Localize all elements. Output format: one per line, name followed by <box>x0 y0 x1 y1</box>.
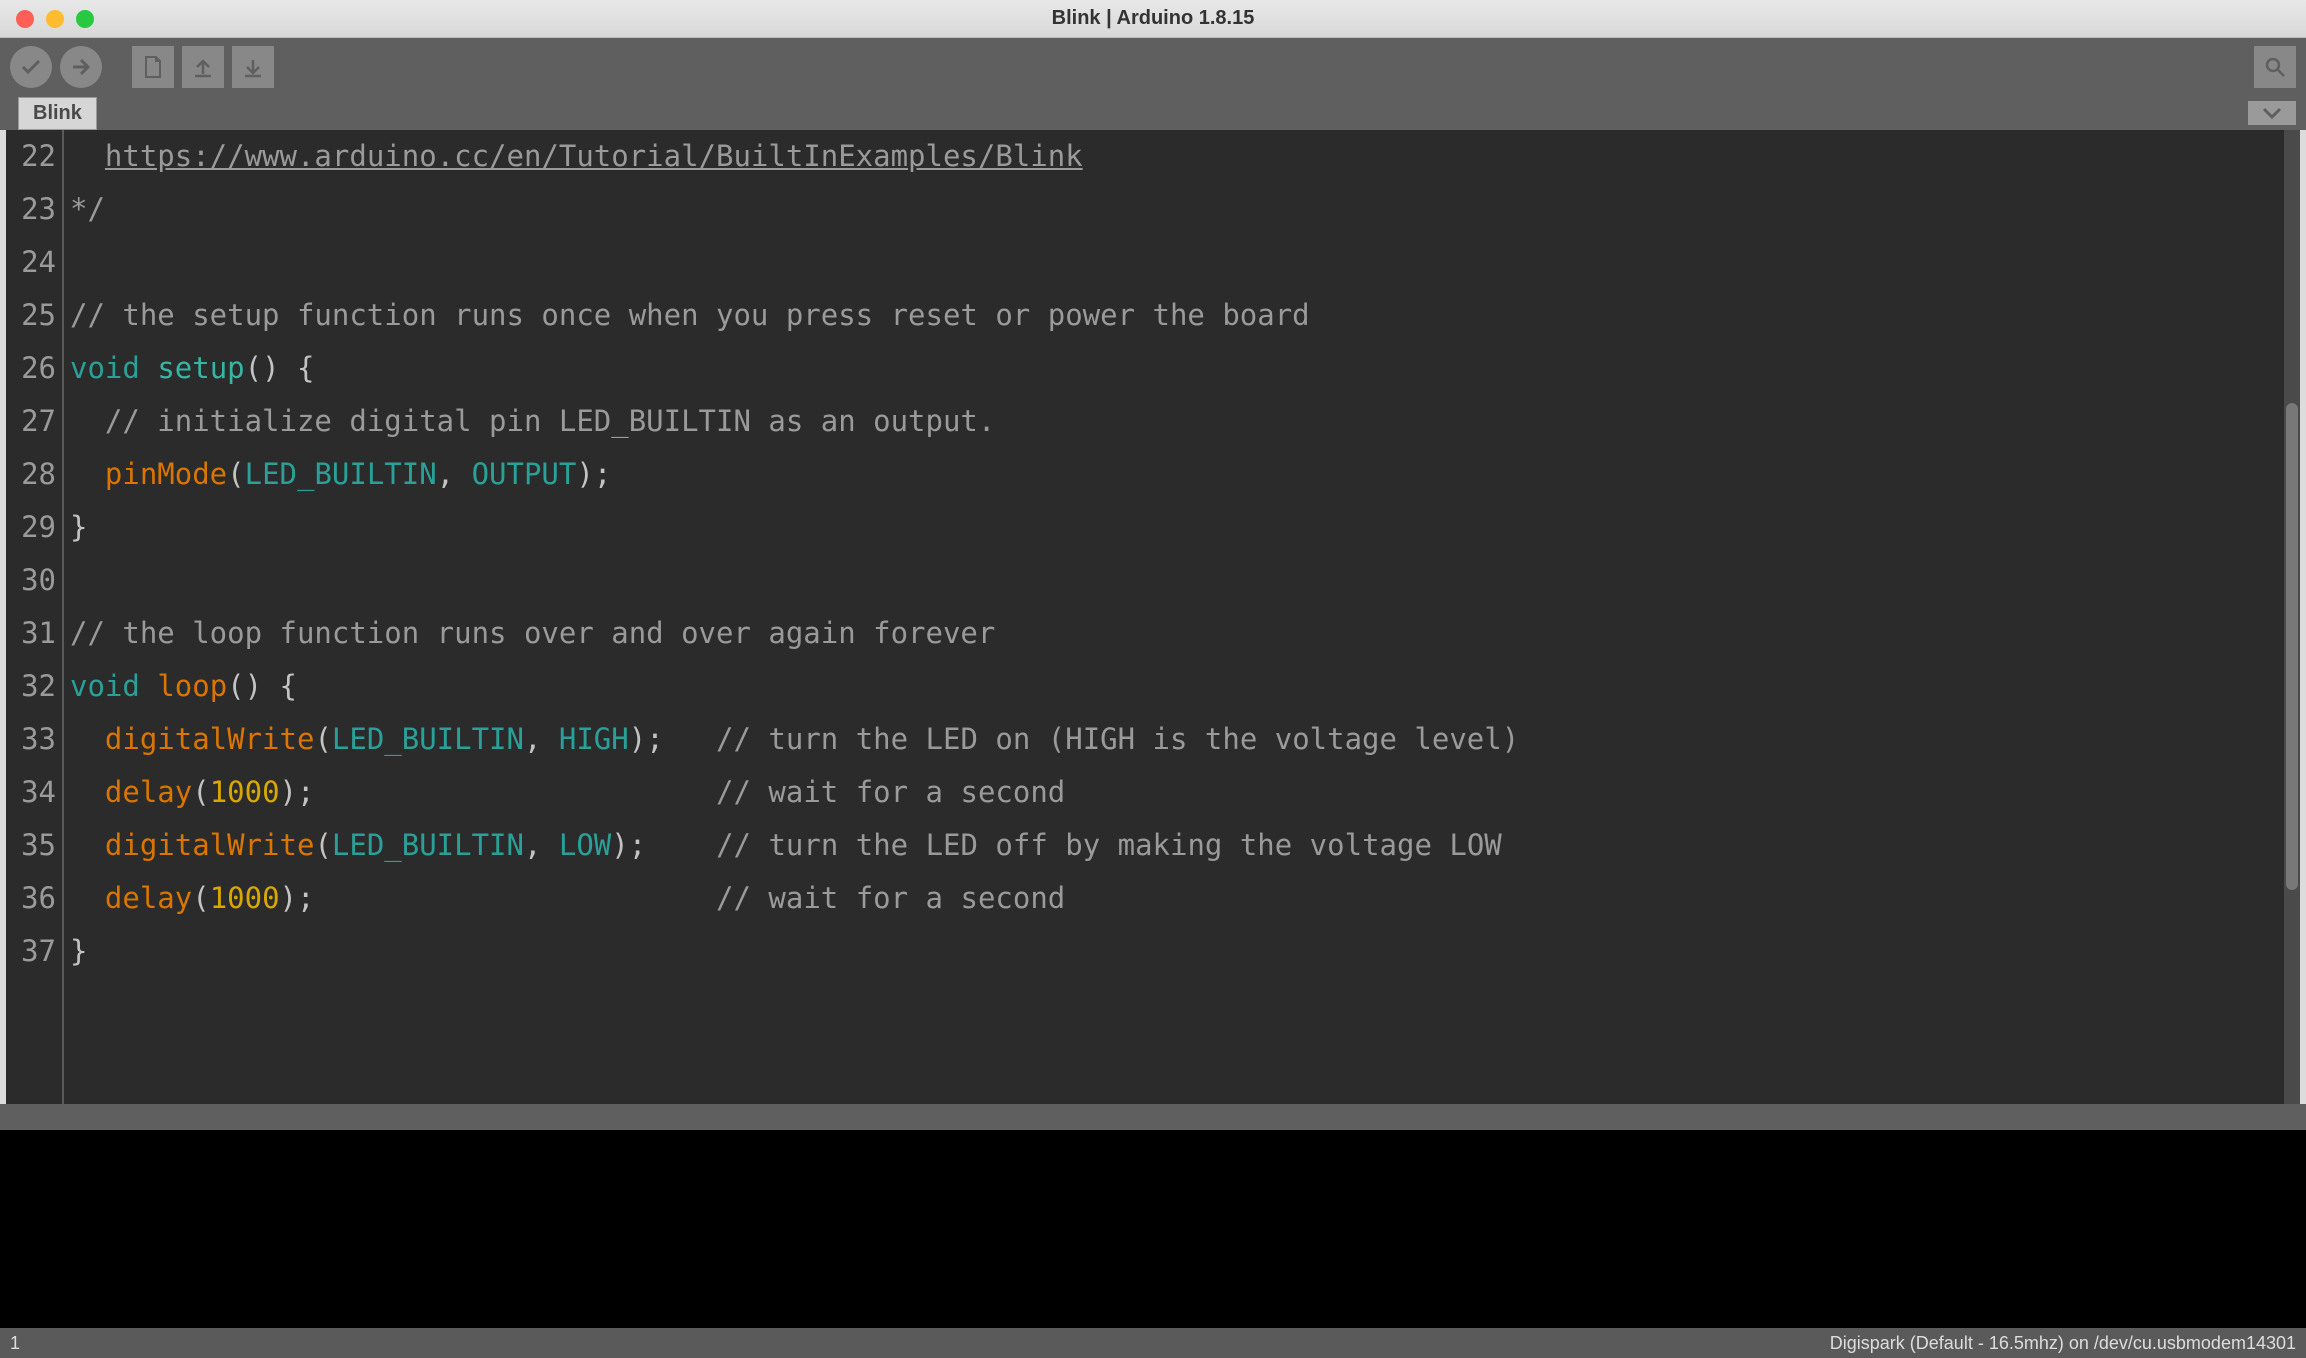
line-number: 24 <box>6 236 56 289</box>
arrow-right-icon <box>69 55 93 79</box>
code-line[interactable]: digitalWrite(LED_BUILTIN, LOW); // turn … <box>70 819 2300 872</box>
line-number: 27 <box>6 395 56 448</box>
titlebar: Blink | Arduino 1.8.15 <box>0 0 2306 38</box>
code-line[interactable] <box>70 236 2300 289</box>
serial-monitor-button[interactable] <box>2254 46 2296 88</box>
scrollbar-thumb[interactable] <box>2286 403 2298 890</box>
search-icon <box>2263 55 2287 79</box>
code-line[interactable] <box>70 554 2300 607</box>
code-line[interactable]: } <box>70 925 2300 978</box>
line-number: 29 <box>6 501 56 554</box>
line-number: 34 <box>6 766 56 819</box>
save-down-icon <box>241 55 265 79</box>
tab-bar: Blink <box>0 96 2306 130</box>
code-line[interactable]: // initialize digital pin LED_BUILTIN as… <box>70 395 2300 448</box>
code-line[interactable]: void loop() { <box>70 660 2300 713</box>
status-board-port: Digispark (Default - 16.5mhz) on /dev/cu… <box>1830 1333 2296 1354</box>
vertical-scrollbar[interactable] <box>2284 130 2300 1104</box>
new-sketch-button[interactable] <box>132 46 174 88</box>
line-number: 37 <box>6 925 56 978</box>
code-content[interactable]: https://www.arduino.cc/en/Tutorial/Built… <box>64 130 2300 1104</box>
message-bar <box>0 1104 2306 1130</box>
line-number: 26 <box>6 342 56 395</box>
line-number: 31 <box>6 607 56 660</box>
code-line[interactable]: delay(1000); // wait for a second <box>70 766 2300 819</box>
line-number: 25 <box>6 289 56 342</box>
line-number: 36 <box>6 872 56 925</box>
code-line[interactable]: pinMode(LED_BUILTIN, OUTPUT); <box>70 448 2300 501</box>
line-number: 28 <box>6 448 56 501</box>
code-line[interactable]: // the loop function runs over and over … <box>70 607 2300 660</box>
open-sketch-button[interactable] <box>182 46 224 88</box>
code-editor[interactable]: 22232425262728293031323334353637 https:/… <box>0 130 2306 1104</box>
window-controls <box>0 10 94 28</box>
verify-button[interactable] <box>10 46 52 88</box>
status-line-number: 1 <box>10 1333 20 1354</box>
line-number: 33 <box>6 713 56 766</box>
check-icon <box>19 55 43 79</box>
code-line[interactable]: delay(1000); // wait for a second <box>70 872 2300 925</box>
minimize-window-button[interactable] <box>46 10 64 28</box>
code-line[interactable]: https://www.arduino.cc/en/Tutorial/Built… <box>70 130 2300 183</box>
line-number: 22 <box>6 130 56 183</box>
code-line[interactable]: digitalWrite(LED_BUILTIN, HIGH); // turn… <box>70 713 2300 766</box>
close-window-button[interactable] <box>16 10 34 28</box>
code-line[interactable]: // the setup function runs once when you… <box>70 289 2300 342</box>
upload-button[interactable] <box>60 46 102 88</box>
open-up-icon <box>191 55 215 79</box>
tab-blink[interactable]: Blink <box>18 97 97 130</box>
code-line[interactable]: } <box>70 501 2300 554</box>
file-icon <box>141 55 165 79</box>
line-number: 23 <box>6 183 56 236</box>
line-number: 30 <box>6 554 56 607</box>
tab-menu-dropdown[interactable] <box>2248 101 2296 125</box>
line-number: 32 <box>6 660 56 713</box>
statusbar: 1 Digispark (Default - 16.5mhz) on /dev/… <box>0 1328 2306 1358</box>
console-output[interactable] <box>0 1130 2306 1328</box>
code-line[interactable]: */ <box>70 183 2300 236</box>
chevron-down-icon <box>2262 107 2282 119</box>
window-title: Blink | Arduino 1.8.15 <box>1052 7 1255 30</box>
save-sketch-button[interactable] <box>232 46 274 88</box>
maximize-window-button[interactable] <box>76 10 94 28</box>
toolbar <box>0 38 2306 96</box>
line-number: 35 <box>6 819 56 872</box>
line-number-gutter: 22232425262728293031323334353637 <box>6 130 64 1104</box>
code-line[interactable]: void setup() { <box>70 342 2300 395</box>
